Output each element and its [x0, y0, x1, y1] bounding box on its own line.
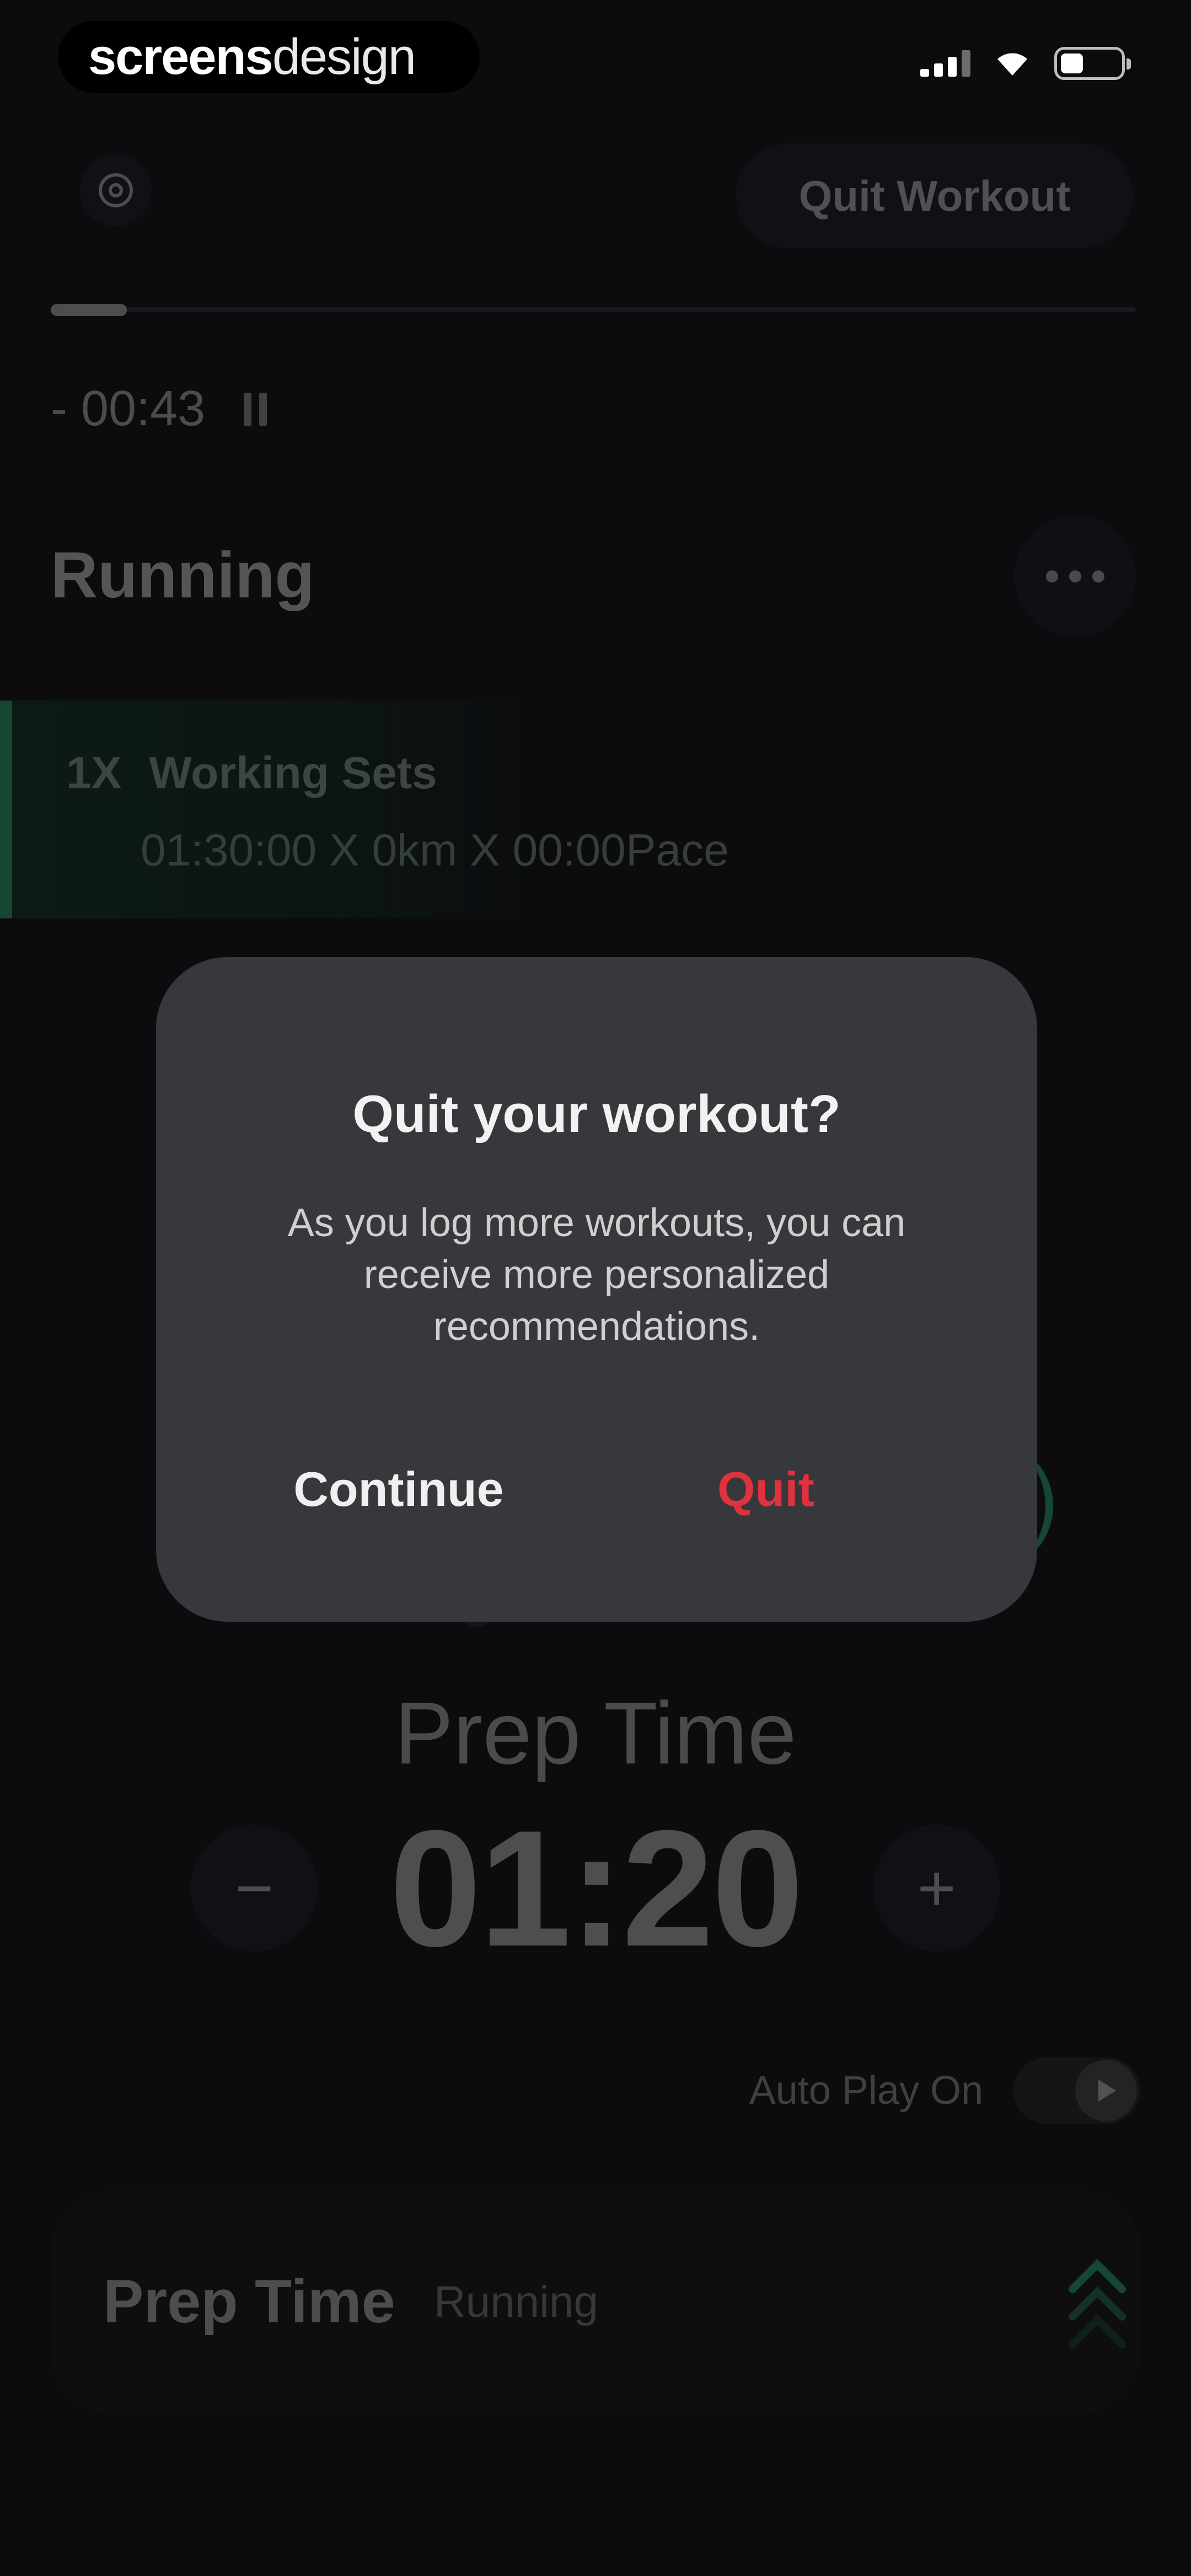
progress-track	[51, 307, 1136, 312]
dialog-title: Quit your workout?	[352, 1084, 841, 1143]
autoplay-label: Auto Play On	[749, 2069, 983, 2113]
settings-button[interactable]	[80, 154, 152, 226]
brand-name-bold: screens	[88, 28, 273, 85]
wifi-icon	[997, 53, 1027, 76]
set-count: 1X	[66, 748, 122, 798]
quit-workout-dialog: Quit your workout? As you log more worko…	[156, 957, 1037, 1622]
more-options-button[interactable]	[1015, 516, 1136, 637]
quit-workout-button[interactable]: Quit Workout	[736, 143, 1133, 248]
prep-time-label: Prep Time	[394, 1684, 797, 1782]
autoplay-control: Auto Play On	[749, 2057, 1140, 2124]
prep-time-value: 01:20	[389, 1795, 803, 1981]
increase-time-button[interactable]: +	[873, 1825, 1000, 1952]
more-icon	[1046, 570, 1058, 582]
dialog-message: As you log more workouts, you can receiv…	[287, 1201, 906, 1349]
chevron-up-icon[interactable]	[1064, 2251, 1130, 2355]
settings-icon	[99, 173, 133, 207]
set-detail: 01:30:00 X 0km X 00:00Pace	[141, 825, 729, 875]
progress-fill	[51, 304, 127, 316]
prep-timer-row: − 01:20 +	[0, 1793, 1191, 1984]
set-header: 1X Working Sets	[66, 747, 437, 799]
brand-badge: screens design	[58, 21, 480, 93]
next-step-subtitle: Running	[433, 2276, 598, 2326]
next-step-card[interactable]: Prep Time Running	[51, 2190, 1140, 2413]
elapsed-timer: - 00:43	[51, 381, 267, 437]
set-row[interactable]	[0, 701, 551, 918]
set-name: Working Sets	[149, 748, 437, 798]
pause-icon[interactable]	[244, 392, 267, 426]
status-icons	[920, 47, 1131, 80]
decrease-time-button[interactable]: −	[191, 1825, 318, 1952]
quit-button[interactable]: Quit	[573, 1453, 959, 1525]
brand-name-light: design	[272, 28, 416, 85]
signal-icon	[920, 50, 970, 77]
elapsed-time: - 00:43	[51, 381, 206, 436]
workout-title: Running	[51, 539, 315, 612]
battery-icon	[1054, 47, 1131, 80]
autoplay-toggle[interactable]	[1013, 2057, 1140, 2124]
continue-button[interactable]: Continue	[206, 1453, 592, 1525]
next-step-title: Prep Time	[103, 2268, 395, 2335]
play-icon	[1075, 2060, 1137, 2121]
